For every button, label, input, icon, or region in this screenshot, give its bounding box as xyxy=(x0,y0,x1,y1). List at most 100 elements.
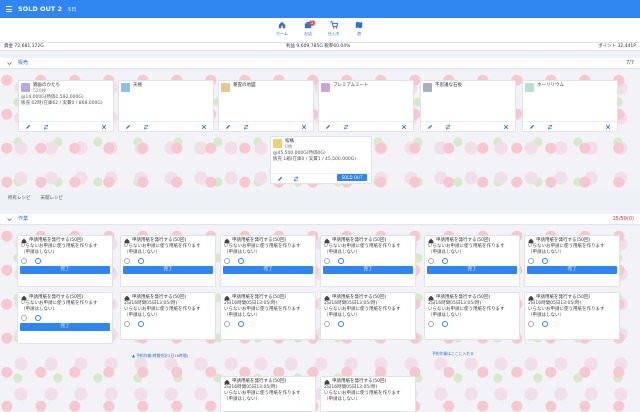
swap-icon[interactable] xyxy=(547,124,553,130)
complete-button[interactable]: 完了 xyxy=(20,266,110,274)
clock-icon[interactable] xyxy=(124,258,130,264)
edit-icon[interactable] xyxy=(125,124,131,130)
edit-icon[interactable] xyxy=(427,124,433,130)
eye-icon[interactable] xyxy=(35,258,41,264)
soldout-card: 棺桶 0枚 @45,500,000G(時価0G) 販売 1箱(在庫0 / 実費1 … xyxy=(270,136,372,184)
task-card: 申請用紙を発行する(50回) 2日16時間05日13:05(時) いらないお申請… xyxy=(120,292,216,340)
clock-icon[interactable] xyxy=(528,321,534,327)
swap-icon[interactable] xyxy=(293,176,299,182)
nav-port[interactable]: 港 xyxy=(346,21,372,37)
edit-icon[interactable] xyxy=(277,176,283,182)
nav-purchase[interactable]: 仕入れ xyxy=(321,21,347,37)
soldout-button[interactable]: SOLD OUT xyxy=(337,174,367,181)
item-thumbnail xyxy=(21,83,30,92)
swap-icon[interactable] xyxy=(43,124,49,130)
complete-button[interactable]: 完了 xyxy=(427,266,517,274)
profit-text: 利益 9,609,785G 税率60.04% xyxy=(286,44,351,49)
chevron-down-icon xyxy=(7,218,12,222)
item-name: 暴雲の地図 xyxy=(233,83,256,88)
eye-icon[interactable] xyxy=(542,321,548,327)
close-icon[interactable] xyxy=(503,124,509,130)
edit-icon[interactable] xyxy=(529,124,535,130)
day-counter: 5日 xyxy=(68,6,77,13)
item-thumbnail xyxy=(121,83,130,92)
owned-recipes-link[interactable]: 所有レシピ xyxy=(8,195,31,201)
sale-count: 7/7 xyxy=(625,60,634,66)
complete-button[interactable]: 完了 xyxy=(223,266,313,274)
work-count: 15/50(0) xyxy=(612,216,635,222)
scheduled-work-hint: 予約作業はここに入れる xyxy=(432,351,474,356)
item-sale-info: 販売 62時(在庫62 / 実費0 / 868,000G) xyxy=(21,101,103,106)
nav-shop-label: お店 xyxy=(304,31,312,36)
close-icon[interactable] xyxy=(201,124,207,130)
swap-icon[interactable] xyxy=(243,124,249,130)
close-icon[interactable] xyxy=(401,124,407,130)
new-recipes-link[interactable]: 未開レシピ xyxy=(41,195,64,201)
recipe-links: 所有レシピ 未開レシピ xyxy=(8,195,63,201)
swap-icon[interactable] xyxy=(445,124,451,130)
task-card: 申請用紙を発行する(50回) 2日16時間05日13:05(時) いらないお申請… xyxy=(220,292,316,340)
eye-icon[interactable] xyxy=(138,321,144,327)
eye-icon[interactable] xyxy=(238,321,244,327)
close-icon[interactable] xyxy=(101,124,107,130)
item-name: ホーリリウム xyxy=(537,83,564,88)
clock-icon[interactable] xyxy=(21,315,27,321)
swap-icon[interactable] xyxy=(343,124,349,130)
scheduled-work-note[interactable]: ▲ 予約作業(時間合計2日16時間) xyxy=(132,353,188,359)
task-card: 申請用紙を発行する(50回) いらないお申請に使う用紙を作ります （申請はしない… xyxy=(120,235,216,287)
eye-icon[interactable] xyxy=(138,258,144,264)
close-icon[interactable] xyxy=(605,124,611,130)
complete-button[interactable]: 完了 xyxy=(527,266,617,274)
swap-icon[interactable] xyxy=(143,124,149,130)
shop-badge: 5 xyxy=(309,20,315,26)
task-card: 申請用紙を発行する(50回) いらないお申請に使う用紙を作ります （申請はしない… xyxy=(424,235,520,287)
edit-icon[interactable] xyxy=(225,124,231,130)
clock-icon[interactable] xyxy=(528,258,534,264)
eye-icon[interactable] xyxy=(35,315,41,321)
work-section-header[interactable]: 作業 15/50(0) xyxy=(0,214,640,225)
eye-icon[interactable] xyxy=(542,258,548,264)
eye-icon[interactable] xyxy=(238,258,244,264)
clock-icon[interactable] xyxy=(428,321,434,327)
task-note: （申請はしない） xyxy=(224,397,260,402)
clock-icon[interactable] xyxy=(224,321,230,327)
task-card: 申請用紙を発行する(50回) いらないお申請に使う用紙を作ります （申請はしない… xyxy=(524,235,620,287)
nav-purchase-label: 仕入れ xyxy=(328,31,340,36)
item-thumbnail xyxy=(423,83,432,92)
complete-button[interactable]: 完了 xyxy=(20,323,110,331)
nav-home[interactable]: ホーム xyxy=(269,21,295,37)
hamburger-menu-icon[interactable] xyxy=(6,6,12,12)
eye-icon[interactable] xyxy=(338,258,344,264)
eye-icon[interactable] xyxy=(338,321,344,327)
clock-icon[interactable] xyxy=(324,321,330,327)
nav-shop[interactable]: 5 お店 xyxy=(295,20,321,37)
cart-icon xyxy=(330,21,338,29)
complete-button[interactable]: 完了 xyxy=(323,266,413,274)
status-bar: 資金 72,681,172G 利益 9,609,785G 税率60.04% ポイ… xyxy=(0,43,640,51)
item-name: プレミアムミート xyxy=(333,83,369,88)
clock-icon[interactable] xyxy=(124,321,130,327)
sale-section-header[interactable]: 販売 7/7 xyxy=(0,58,640,69)
clock-icon[interactable] xyxy=(428,258,434,264)
eye-icon[interactable] xyxy=(442,258,448,264)
points-text: ポイント 32,441P xyxy=(598,44,636,49)
map-icon xyxy=(355,21,363,29)
complete-button[interactable]: 完了 xyxy=(123,266,213,274)
nav-home-label: ホーム xyxy=(276,31,288,36)
clock-icon[interactable] xyxy=(224,258,230,264)
sale-card: 錦画のかたち 520枚 @14,000G(時価1,592,000G) 販売 62時… xyxy=(18,80,114,132)
task-card: 申請用紙を発行する(50回) いらないお申請に使う用紙を作ります （申請はしない… xyxy=(320,235,416,287)
task-card: 申請用紙を発行する(50回) いらないお申請に使う用紙を作ります （申請はしない… xyxy=(17,235,113,287)
app-title: SOLD OUT 2 xyxy=(18,5,63,13)
home-icon xyxy=(278,21,286,29)
task-card: 申請用紙を発行する(50回) 2日16時間05日13:05(時) いらないお申請… xyxy=(320,292,416,340)
edit-icon[interactable] xyxy=(325,124,331,130)
sale-card: 天極 xyxy=(118,80,214,132)
edit-icon[interactable] xyxy=(25,124,31,130)
sale-card: プレミアムミート xyxy=(318,80,414,132)
item-name: 不思議な石板 xyxy=(435,83,462,88)
eye-icon[interactable] xyxy=(442,321,448,327)
close-icon[interactable] xyxy=(301,124,307,130)
clock-icon[interactable] xyxy=(324,258,330,264)
clock-icon[interactable] xyxy=(21,258,27,264)
